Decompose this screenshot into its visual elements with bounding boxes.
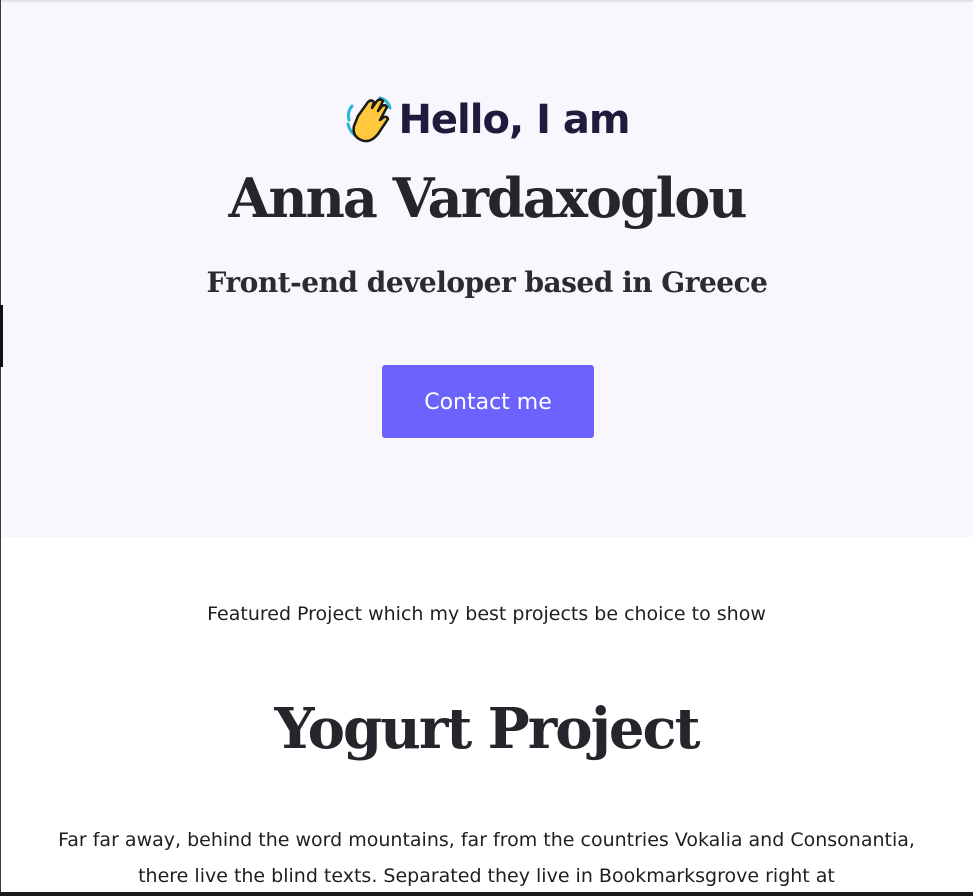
featured-tagline: Featured Project which my best projects …	[207, 603, 766, 625]
window-left-border	[0, 0, 1, 896]
window-bottom-bar	[0, 892, 973, 896]
window-edge-marker	[0, 305, 3, 367]
waving-hand-icon	[344, 94, 394, 146]
greeting: Hello, I am	[1, 94, 973, 146]
hero-section: Hello, I am Anna Vardaxoglou Front-end d…	[1, 2, 973, 537]
hero-subtitle: Front-end developer based in Greece	[206, 266, 768, 299]
project-title: Yogurt Project	[274, 696, 700, 762]
hero-name: Anna Vardaxoglou	[228, 166, 747, 230]
greeting-text: Hello, I am	[398, 97, 630, 143]
contact-me-button[interactable]: Contact me	[382, 365, 594, 438]
project-description: Far far away, behind the word mountains,…	[58, 829, 915, 887]
